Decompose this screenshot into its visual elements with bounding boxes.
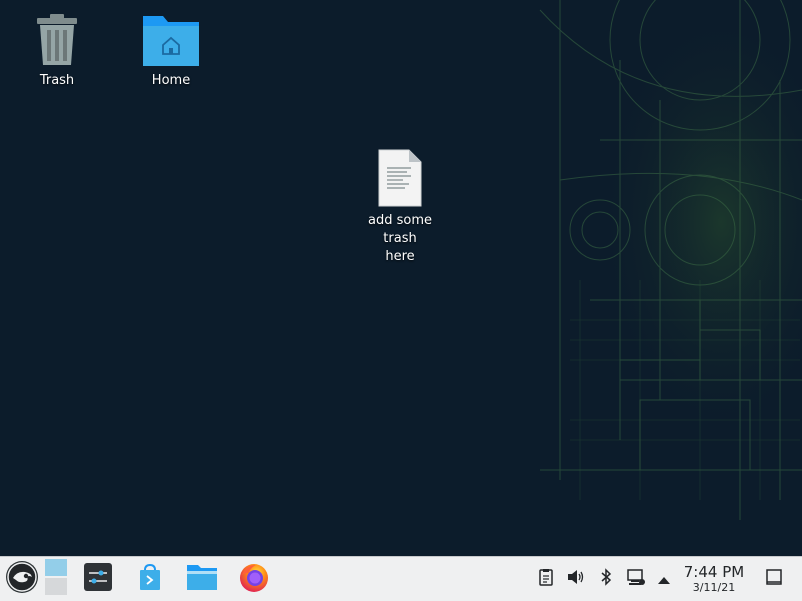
- show-desktop-button[interactable]: [764, 569, 784, 589]
- virtual-desktop-pager[interactable]: [44, 559, 68, 599]
- show-desktop-icon: [765, 568, 783, 590]
- text-document-label: add some trash here: [350, 212, 450, 266]
- tray-clipboard[interactable]: [536, 569, 556, 589]
- trash-icon: [31, 12, 83, 68]
- text-document-desktop-icon[interactable]: add some trash here: [350, 148, 450, 266]
- dolphin-file-manager-icon: [186, 562, 218, 596]
- opensuse-launcher-icon: [5, 560, 39, 598]
- application-launcher-button[interactable]: [4, 561, 40, 597]
- clipboard-icon: [538, 568, 554, 590]
- clock-time: 7:44 PM: [683, 563, 745, 581]
- clock-date: 3/11/21: [692, 581, 736, 594]
- firefox-icon: [238, 561, 270, 597]
- digital-clock[interactable]: 7:44 PM 3/11/21: [678, 563, 750, 595]
- home-folder-icon: [141, 12, 201, 68]
- tray-expand[interactable]: [654, 569, 674, 589]
- trash-desktop-icon[interactable]: Trash: [7, 12, 107, 90]
- text-document-label-line2: here: [385, 249, 415, 264]
- discover-store-icon: [135, 562, 165, 596]
- volume-icon: [566, 568, 586, 590]
- text-document-icon: [377, 148, 423, 208]
- virtual-desktop-pager-icon: [44, 558, 68, 600]
- taskbar-system-settings[interactable]: [80, 561, 116, 597]
- bluetooth-icon: [599, 568, 613, 590]
- trash-label: Trash: [39, 73, 75, 88]
- network-icon: [626, 568, 646, 590]
- desktop[interactable]: Trash Home add some trash here: [0, 0, 802, 556]
- expand-tray-arrow-icon: [657, 570, 671, 589]
- taskbar-dolphin[interactable]: [184, 561, 220, 597]
- tray-bluetooth[interactable]: [596, 568, 616, 590]
- system-settings-icon: [83, 562, 113, 596]
- home-label: Home: [151, 73, 191, 88]
- tray-network[interactable]: [626, 569, 646, 589]
- taskbar-discover[interactable]: [132, 561, 168, 597]
- taskbar: 7:44 PM 3/11/21: [0, 556, 802, 601]
- tray-volume[interactable]: [566, 569, 586, 589]
- home-desktop-icon[interactable]: Home: [121, 12, 221, 90]
- taskbar-firefox[interactable]: [236, 561, 272, 597]
- text-document-label-line1: add some trash: [368, 213, 432, 246]
